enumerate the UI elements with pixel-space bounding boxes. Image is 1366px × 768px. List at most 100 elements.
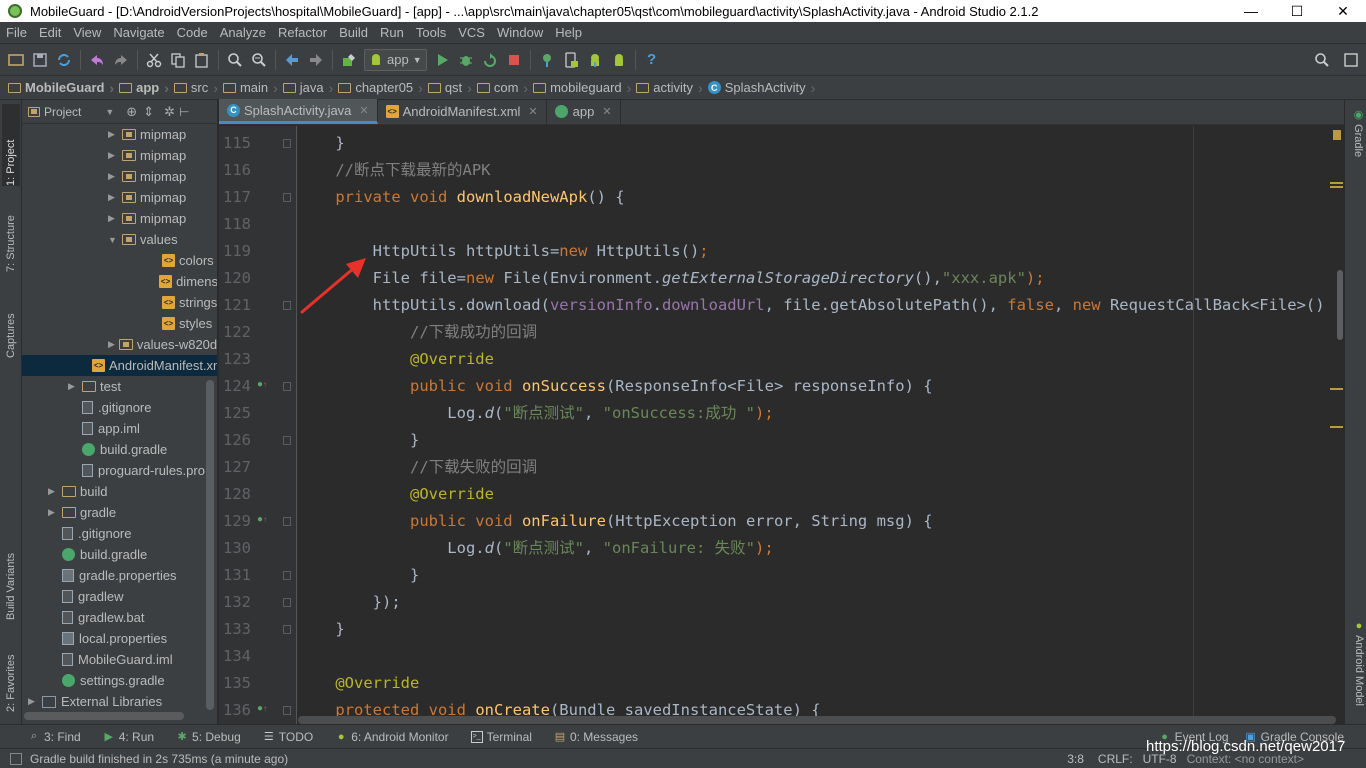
code-line[interactable]: public void onFailure(HttpException erro…	[298, 508, 933, 535]
fold-marker-icon[interactable]	[283, 139, 291, 148]
fold-marker-icon[interactable]	[283, 382, 291, 391]
tool-tab-project[interactable]: 1: Project	[2, 104, 20, 186]
code-line[interactable]: }	[298, 427, 419, 454]
tree-item[interactable]: ▶ mipmap	[22, 145, 217, 166]
warning-marker[interactable]	[1330, 182, 1343, 184]
menu-edit[interactable]: Edit	[33, 25, 67, 40]
line-number[interactable]: 135	[219, 670, 251, 697]
breadcrumb-project[interactable]: MobileGuard ›	[8, 80, 119, 96]
line-number[interactable]: 118	[219, 211, 251, 238]
line-number[interactable]: 130	[219, 535, 251, 562]
line-number[interactable]: 126	[219, 427, 251, 454]
fold-marker-icon[interactable]	[283, 193, 291, 202]
project-vertical-scrollbar[interactable]	[206, 380, 214, 710]
close-button[interactable]: ✕	[1320, 0, 1366, 22]
tool-window-run[interactable]: ▶ 4: Run	[103, 730, 154, 744]
editor-tab-androidmanifest[interactable]: <> AndroidManifest.xml ✕	[378, 99, 547, 124]
editor-horizontal-scrollbar[interactable]	[298, 716, 1336, 724]
tree-item[interactable]: local.properties	[22, 628, 217, 649]
line-number[interactable]: 121	[219, 292, 251, 319]
line-number[interactable]: 128	[219, 481, 251, 508]
tool-tab-build-variants[interactable]: Build Variants	[2, 520, 20, 620]
code-line[interactable]: private void downloadNewApk() {	[298, 184, 624, 211]
menu-navigate[interactable]: Navigate	[107, 25, 170, 40]
warning-marker[interactable]	[1330, 388, 1343, 390]
menu-build[interactable]: Build	[333, 25, 374, 40]
collapsed-arrow-icon[interactable]: ▶	[48, 486, 58, 497]
line-number[interactable]: 131	[219, 562, 251, 589]
collapsed-arrow-icon[interactable]: ▶	[108, 129, 118, 140]
tool-window-debug[interactable]: ✱ 5: Debug	[176, 730, 240, 744]
line-separator[interactable]: CRLF:	[1098, 752, 1133, 766]
editor-scroll-thumb[interactable]	[1337, 270, 1343, 340]
menu-tools[interactable]: Tools	[410, 25, 452, 40]
tool-window-todo[interactable]: ☰ TODO	[263, 730, 313, 744]
android-device-monitor-icon[interactable]	[608, 49, 630, 71]
paste-icon[interactable]	[191, 49, 213, 71]
code-line[interactable]: @Override	[298, 481, 494, 508]
collapsed-arrow-icon[interactable]: ▶	[108, 150, 118, 161]
line-number[interactable]: 117	[219, 184, 251, 211]
tree-item[interactable]: <> colors	[22, 250, 217, 271]
hide-panel-icon[interactable]: ⊢	[179, 105, 189, 119]
menu-run[interactable]: Run	[374, 25, 410, 40]
tree-item[interactable]: ▶ gradle	[22, 502, 217, 523]
line-number[interactable]: 133	[219, 616, 251, 643]
breadcrumb-src[interactable]: src ›	[173, 80, 223, 96]
tree-item[interactable]: .gitignore	[22, 397, 217, 418]
tree-item[interactable]: ▶ values-w820dp	[22, 334, 217, 355]
sync-gradle-icon[interactable]	[536, 49, 558, 71]
tree-item[interactable]: gradlew.bat	[22, 607, 217, 628]
close-tab-icon[interactable]: ✕	[602, 105, 611, 118]
sync-icon[interactable]	[53, 49, 75, 71]
open-folder-icon[interactable]	[5, 49, 27, 71]
avd-manager-icon[interactable]	[560, 49, 582, 71]
editor-vertical-scrollbar[interactable]	[1336, 126, 1344, 724]
tool-tab-favorites[interactable]: 2: Favorites	[2, 630, 20, 712]
tool-tab-gradle[interactable]: ◉ Gradle	[1347, 108, 1365, 168]
warning-marker[interactable]	[1330, 426, 1343, 428]
code-line[interactable]: }	[298, 616, 344, 643]
line-number[interactable]: 129	[219, 508, 251, 535]
tree-item[interactable]: gradlew	[22, 586, 217, 607]
code-line[interactable]: File file=new File(Environment.getExtern…	[298, 265, 1045, 292]
tree-item[interactable]: build.gradle	[22, 439, 217, 460]
tool-windows-toggle-icon[interactable]	[10, 752, 22, 765]
menu-file[interactable]: File	[0, 25, 33, 40]
breadcrumb-class[interactable]: C SplashActivity ›	[707, 80, 821, 96]
line-number[interactable]: 116	[219, 157, 251, 184]
cut-icon[interactable]	[143, 49, 165, 71]
collapsed-arrow-icon[interactable]: ▶	[108, 213, 118, 224]
save-all-icon[interactable]	[29, 49, 51, 71]
sdk-manager-icon[interactable]	[584, 49, 606, 71]
collapse-all-icon[interactable]: ⇕	[143, 104, 154, 120]
project-horizontal-scrollbar[interactable]	[24, 712, 184, 720]
tree-item[interactable]: .gitignore	[22, 523, 217, 544]
debug-icon[interactable]	[455, 49, 477, 71]
code-line[interactable]: Log.d("断点测试", "onFailure: 失败");	[298, 535, 773, 562]
fold-marker-icon[interactable]	[283, 517, 291, 526]
line-number[interactable]: 115	[219, 130, 251, 157]
stop-icon[interactable]	[503, 49, 525, 71]
make-project-icon[interactable]	[338, 49, 360, 71]
fold-marker-icon[interactable]	[283, 625, 291, 634]
run-configuration-select[interactable]: app ▼	[364, 48, 427, 71]
search-everywhere-icon[interactable]	[1311, 49, 1333, 71]
collapsed-arrow-icon[interactable]: ▶	[48, 507, 58, 518]
tree-item[interactable]: <> dimens	[22, 271, 217, 292]
replace-icon[interactable]	[248, 49, 270, 71]
breadcrumb-java[interactable]: java ›	[282, 80, 339, 96]
find-icon[interactable]	[224, 49, 246, 71]
gear-icon[interactable]: ✲	[164, 104, 175, 120]
code-line[interactable]: public void onSuccess(ResponseInfo<File>…	[298, 373, 933, 400]
override-marker-icon[interactable]: ●↑	[257, 379, 267, 390]
tool-tab-structure[interactable]: 7: Structure	[2, 192, 20, 272]
line-number[interactable]: 120	[219, 265, 251, 292]
editor-tab-app-gradle[interactable]: app ✕	[547, 99, 621, 124]
collapsed-arrow-icon[interactable]: ▶	[108, 171, 118, 182]
code-editor[interactable]: } //断点下载最新的APK private void downloadNewA…	[298, 126, 1331, 724]
breadcrumb-chapter05[interactable]: chapter05 ›	[338, 80, 428, 96]
breadcrumb-mobileguard[interactable]: mobileguard ›	[533, 80, 636, 96]
project-view-select[interactable]: Project	[44, 105, 81, 119]
code-line[interactable]: }	[298, 562, 419, 589]
